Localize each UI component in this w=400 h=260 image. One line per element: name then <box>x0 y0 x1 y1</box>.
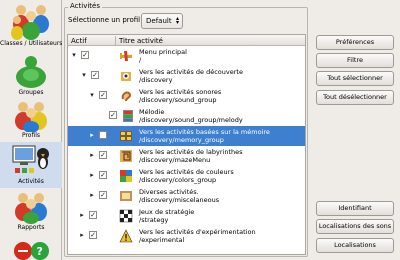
active-checkbox[interactable]: ✓ <box>99 171 107 179</box>
activity-path: /experimental <box>139 236 185 244</box>
activity-title: Diverses activités. <box>139 188 199 196</box>
activity-title: Vers les activités de couleurs <box>139 168 234 176</box>
sidebar-item-label: Activités <box>18 178 44 185</box>
expander-icon[interactable]: ▸ <box>88 191 96 199</box>
activities-tree[interactable]: Actif Titre activité ▾ ✓ Menu principal … <box>67 34 306 255</box>
tree-row[interactable]: ▾ ✓ Vers les activités de découverte /di… <box>68 66 305 86</box>
tree-row[interactable]: ▸ ✓ Vers les activités d'expérimentation… <box>68 226 305 246</box>
warning-icon <box>119 229 133 243</box>
expander-icon[interactable]: ▸ <box>78 231 86 239</box>
melody-icon <box>123 110 133 122</box>
col-actif-header[interactable]: Actif <box>71 37 87 45</box>
active-checkbox[interactable]: ✓ <box>81 51 89 59</box>
expander-icon[interactable]: ▸ <box>78 211 86 219</box>
activity-title: Menu principal <box>139 48 187 56</box>
group-title: Activités <box>68 2 102 10</box>
sidebar-item-label: Profils <box>21 132 41 139</box>
active-checkbox[interactable]: ✓ <box>99 151 107 159</box>
reports-icon <box>15 193 47 224</box>
sound-localizations-button[interactable]: Localisations des sons <box>316 219 394 234</box>
activity-title: Vers les activités de découverte <box>139 68 243 76</box>
sidebar-item-rapports[interactable]: Rapports <box>0 190 62 234</box>
expander-icon[interactable]: ▸ <box>88 131 96 139</box>
identifier-button[interactable]: Identifiant <box>316 201 394 216</box>
localizations-button[interactable]: Localisations <box>316 238 394 253</box>
activity-path: /discovery <box>139 76 173 84</box>
tree-row[interactable]: ▾ ✓ Menu principal / <box>68 46 305 66</box>
active-checkbox[interactable]: ✓ <box>109 111 117 119</box>
active-checkbox[interactable]: ✓ <box>89 211 97 219</box>
sidebar-item-profils[interactable]: Profils <box>0 100 62 140</box>
col-titre-header[interactable]: Titre activité <box>119 37 163 45</box>
activity-path: /discovery/colors_group <box>139 176 217 184</box>
admin-window: Classes / Utilisateurs Groupes Profils A… <box>0 0 400 260</box>
preferences-button[interactable]: Préférences <box>316 35 394 50</box>
active-checkbox[interactable]: ✓ <box>99 91 107 99</box>
activity-path: /discovery/mazeMenu <box>139 156 211 164</box>
activity-title: Vers les activités sonores <box>139 88 222 96</box>
expander-icon[interactable]: ▸ <box>88 151 96 159</box>
stop-help-icon: ? <box>14 242 49 260</box>
activity-title: Jeux de stratégie <box>139 208 195 216</box>
expander-icon[interactable]: ▾ <box>88 91 96 99</box>
expander-icon[interactable]: ▾ <box>80 71 88 79</box>
plane-icon <box>120 51 132 61</box>
sidebar-item-label: Rapports <box>17 224 45 231</box>
profile-select-value: Default <box>146 17 172 25</box>
maze-icon <box>120 150 132 162</box>
tree-row[interactable]: ▸ ✓ Diverses activités. /discovery/misce… <box>68 186 305 206</box>
tree-row[interactable]: ▸ ✓ Jeux de stratégie /strategy <box>68 206 305 226</box>
updown-arrows-icon: ▴ ▾ <box>175 15 179 26</box>
active-checkbox[interactable]: ✓ <box>99 191 107 199</box>
discovery-icon <box>121 72 131 81</box>
svg-text:?: ? <box>37 245 43 258</box>
misc-icon <box>120 191 132 201</box>
activity-path: /strategy <box>139 216 169 224</box>
activity-path: / <box>139 56 142 64</box>
sidebar-item-activites[interactable]: Activités <box>0 142 62 188</box>
profiles-icon <box>15 102 47 132</box>
tree-row[interactable]: ▸ ✓ Vers les activités de couleurs /disc… <box>68 166 305 186</box>
tree-row[interactable]: ▸ ✓ Vers les activités de labyrinthes /d… <box>68 146 305 166</box>
activity-title: Vers les activités de labyrinthes <box>139 148 243 156</box>
activity-path: /discovery/sound_group <box>139 96 217 104</box>
tree-header: Actif Titre activité <box>68 35 305 46</box>
tree-row[interactable]: ▾ ✓ Vers les activités sonores /discover… <box>68 86 305 106</box>
tree-row-selected[interactable]: ▸ Vers les activités basées sur la mémoi… <box>68 126 305 146</box>
tree-row[interactable]: ✓ Mélodie /discovery/sound_group/melody <box>68 106 305 126</box>
activity-title: Mélodie <box>139 108 165 116</box>
active-checkbox[interactable]: ✓ <box>91 71 99 79</box>
sidebar-item-extra[interactable]: ? <box>0 238 62 260</box>
select-all-button[interactable]: Tout sélectionner <box>316 71 394 86</box>
colors-icon <box>120 170 132 182</box>
users-group-icon <box>11 5 49 40</box>
filter-button[interactable]: Filtre <box>316 53 394 68</box>
sidebar-item-label: Classes / Utilisateurs <box>0 40 63 47</box>
groups-icon <box>16 56 46 88</box>
expander-icon[interactable]: ▾ <box>70 51 78 59</box>
deselect-all-button[interactable]: Tout désélectionner <box>316 90 394 105</box>
expander-icon[interactable]: ▸ <box>88 171 96 179</box>
active-checkbox[interactable] <box>99 131 107 139</box>
sidebar: Classes / Utilisateurs Groupes Profils A… <box>0 0 62 260</box>
strategy-icon <box>119 209 133 223</box>
activity-title: Vers les activités basées sur la mémoire <box>139 128 270 136</box>
profile-select[interactable]: Default ▴ ▾ <box>141 13 183 29</box>
header-divider <box>115 36 116 45</box>
activities-icon <box>12 145 49 173</box>
activity-path: /discovery/sound_group/melody <box>139 116 243 124</box>
sidebar-item-classes[interactable]: Classes / Utilisateurs <box>0 2 62 52</box>
activity-path: /discovery/memory_group <box>139 136 224 144</box>
activity-title: Vers les activités d'expérimentation <box>139 228 256 236</box>
activity-path: /discovery/miscelaneous <box>139 196 220 204</box>
sidebar-item-label: Groupes <box>18 89 44 96</box>
memory-icon <box>120 131 132 141</box>
profile-label: Sélectionne un profil : <box>68 16 145 24</box>
active-checkbox[interactable]: ✓ <box>89 231 97 239</box>
sidebar-item-groupes[interactable]: Groupes <box>0 55 62 97</box>
ear-icon <box>121 91 132 102</box>
